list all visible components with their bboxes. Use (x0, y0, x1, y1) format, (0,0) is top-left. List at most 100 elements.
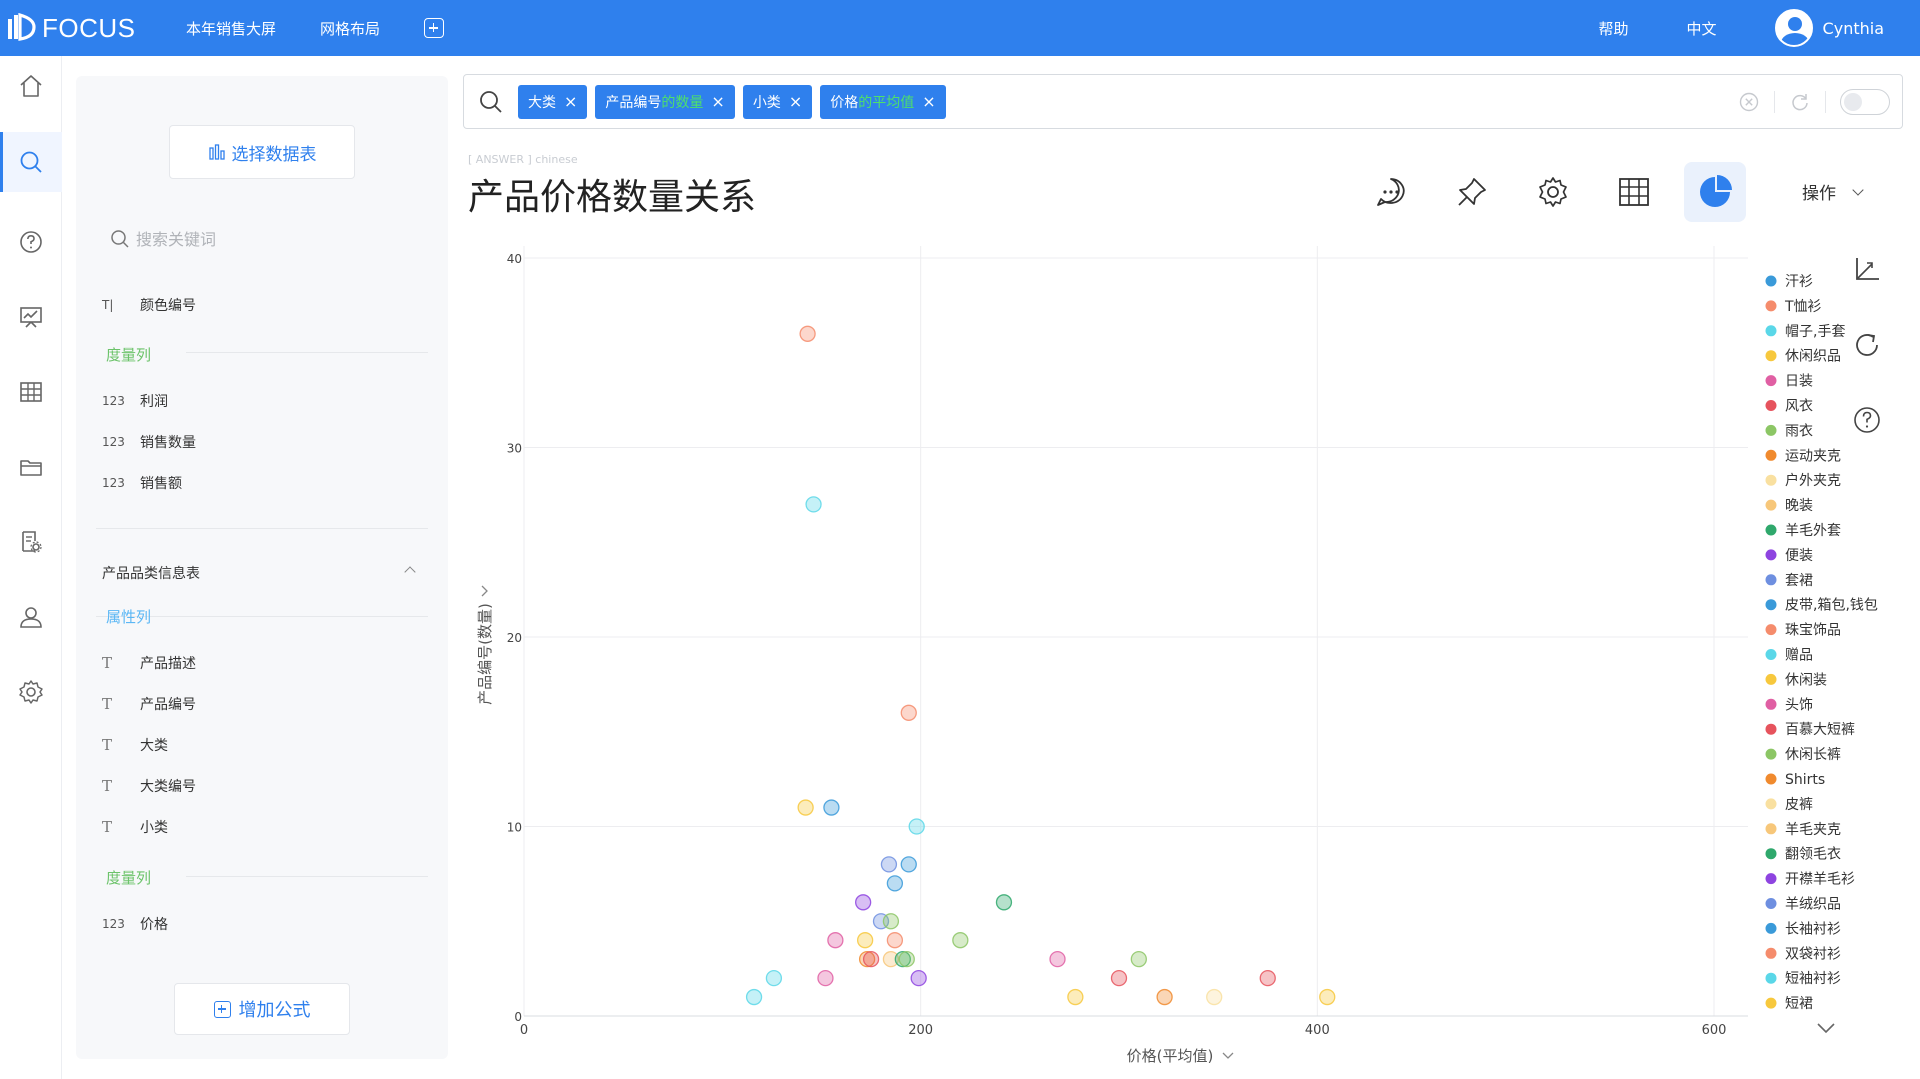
scatter-point[interactable] (827, 932, 844, 949)
scatter-point[interactable] (797, 799, 814, 816)
legend-label: 帽子,手套 (1785, 324, 1845, 340)
scatter-point[interactable] (882, 913, 900, 930)
scatter-point[interactable] (886, 932, 904, 949)
legend-label: 双袋衬衫 (1785, 946, 1841, 962)
legend-item[interactable]: 套裙 (1765, 573, 1814, 589)
legend-item[interactable]: 百慕大短裤 (1765, 722, 1856, 738)
scatter-point[interactable] (908, 818, 925, 835)
legend-item[interactable]: 风衣 (1765, 399, 1814, 415)
scatter-point[interactable] (817, 969, 834, 987)
legend-item[interactable]: 双袋衬衫 (1765, 946, 1842, 962)
legend-item[interactable]: 羊毛夹克 (1765, 822, 1842, 838)
legend-swatch (1765, 723, 1777, 735)
scatter-point[interactable] (1259, 969, 1276, 987)
reset-icon[interactable] (1850, 328, 1884, 362)
legend-item[interactable]: 皮裤 (1765, 797, 1814, 813)
scatter-point[interactable] (1067, 988, 1084, 1006)
legend-swatch (1765, 350, 1777, 362)
legend-swatch (1765, 574, 1777, 586)
scatter-point[interactable] (886, 875, 904, 892)
legend-item[interactable]: 汗衫 (1765, 274, 1814, 290)
legend-item[interactable]: 晚装 (1765, 498, 1814, 514)
legend-item[interactable]: 羊毛外套 (1765, 523, 1842, 539)
legend-item[interactable]: 短袖衬衫 (1765, 971, 1842, 987)
legend-item[interactable]: 户外夹克 (1765, 472, 1842, 489)
legend-label: 便装 (1785, 548, 1813, 564)
legend-swatch (1765, 823, 1777, 835)
legend-item[interactable]: 短裙 (1765, 996, 1814, 1012)
legend-swatch (1765, 375, 1777, 387)
legend-item[interactable]: 羊绒织品 (1765, 897, 1842, 913)
legend-label: 休闲装 (1785, 672, 1827, 688)
scatter-point[interactable] (900, 856, 917, 873)
scatter-point[interactable] (900, 704, 917, 721)
legend-item[interactable]: 休闲长裤 (1765, 747, 1842, 763)
scatter-point[interactable] (880, 856, 898, 873)
legend-swatch (1765, 848, 1777, 860)
legend-item[interactable]: 翻领毛衣 (1765, 847, 1842, 863)
legend-swatch (1765, 524, 1777, 536)
y-tick-label: 20 (507, 631, 522, 645)
legend-item[interactable]: 休闲装 (1765, 672, 1828, 688)
legend-item[interactable]: 日装 (1765, 374, 1814, 390)
scatter-point[interactable] (1319, 988, 1336, 1006)
legend-swatch (1765, 997, 1777, 1009)
legend-item[interactable]: 皮带,箱包,钱包 (1765, 598, 1878, 614)
scatter-point[interactable] (995, 894, 1013, 911)
scatter-point[interactable] (1206, 988, 1223, 1006)
x-tick-label: 200 (908, 1023, 933, 1038)
legend-swatch (1765, 649, 1777, 660)
scatter-point[interactable] (805, 496, 822, 513)
scatter-point[interactable] (1049, 951, 1066, 968)
legend-swatch (1765, 325, 1777, 337)
scatter-point[interactable] (898, 951, 915, 968)
scatter-point[interactable] (1110, 969, 1128, 987)
y-axis-label[interactable]: 产品编号(数量) (476, 603, 494, 705)
scatter-point[interactable] (799, 325, 816, 342)
legend-swatch (1765, 972, 1777, 984)
axis-settings-icon[interactable] (1850, 252, 1884, 286)
legend-item[interactable]: 赠品 (1765, 648, 1814, 664)
legend-swatch (1765, 922, 1777, 934)
legend-item[interactable]: 开襟羊毛衫 (1765, 872, 1856, 888)
legend-label: 晚装 (1785, 498, 1813, 514)
help-icon[interactable] (1850, 403, 1884, 437)
legend-label: 翻领毛衣 (1785, 847, 1841, 863)
legend-item[interactable]: 头饰 (1765, 697, 1814, 713)
scatter-point[interactable] (855, 894, 872, 911)
legend-scroll-down-icon[interactable] (1817, 1023, 1835, 1034)
scatter-point[interactable] (910, 969, 927, 987)
scatter-point[interactable] (1156, 988, 1173, 1006)
legend-swatch (1765, 300, 1777, 312)
legend-swatch (1765, 673, 1777, 685)
legend-label: 短裙 (1785, 996, 1813, 1012)
legend-label: 休闲长裤 (1785, 747, 1841, 763)
scatter-point[interactable] (952, 932, 969, 949)
scatter-point[interactable] (823, 799, 840, 816)
legend-label: 日装 (1785, 374, 1813, 390)
y-tick-label: 0 (514, 1010, 522, 1024)
legend-label: 羊毛外套 (1785, 523, 1841, 539)
x-axis-chevron-icon[interactable] (1222, 1052, 1234, 1059)
legend-swatch (1765, 748, 1777, 760)
legend-item[interactable]: 珠宝饰品 (1765, 623, 1842, 639)
y-tick-label: 40 (507, 252, 522, 266)
y-axis-chevron-icon[interactable] (481, 585, 488, 597)
legend-item[interactable]: 便装 (1765, 548, 1814, 564)
scatter-point[interactable] (856, 932, 874, 949)
legend-item[interactable]: 休闲织品 (1765, 349, 1842, 365)
scatter-point[interactable] (1130, 951, 1147, 968)
scatter-point[interactable] (862, 951, 880, 968)
scatter-point[interactable] (765, 969, 783, 987)
legend-item[interactable]: 长袖衬衫 (1765, 921, 1842, 937)
legend-item[interactable]: 运动夹克 (1765, 448, 1842, 464)
y-tick-label: 10 (507, 821, 522, 835)
scatter-point[interactable] (745, 988, 763, 1006)
legend-item[interactable]: T恤衫 (1765, 299, 1822, 315)
legend-label: 短袖衬衫 (1785, 971, 1841, 987)
legend-item[interactable]: 雨衣 (1765, 423, 1814, 439)
legend-item[interactable]: 帽子,手套 (1765, 324, 1846, 340)
legend-label: 户外夹克 (1785, 472, 1841, 489)
x-axis-label[interactable]: 价格(平均值) (1127, 1047, 1214, 1065)
legend-item[interactable]: Shirts (1765, 772, 1826, 788)
